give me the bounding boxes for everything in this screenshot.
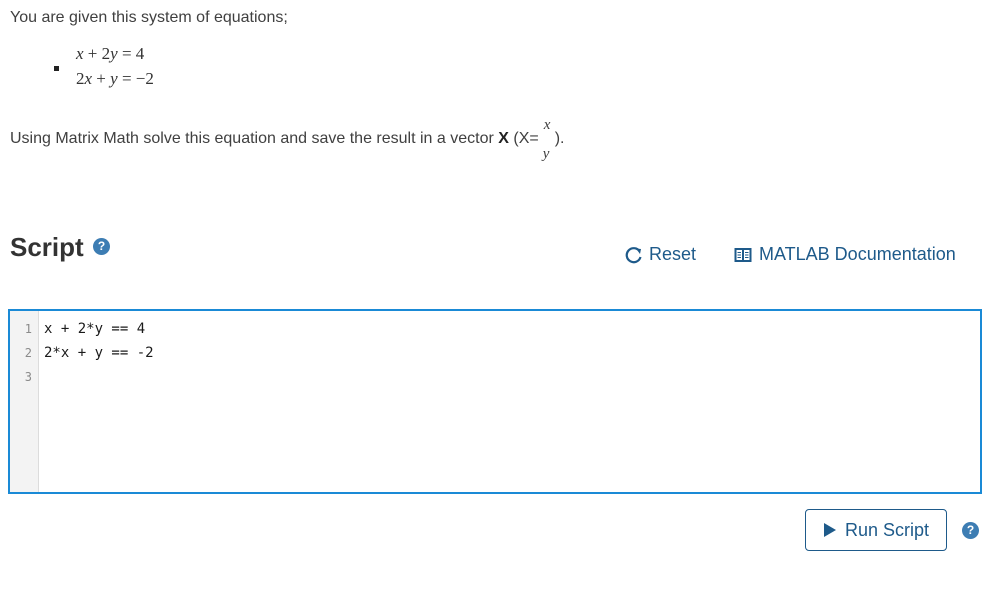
line-number: 1 bbox=[24, 322, 32, 336]
reset-icon bbox=[625, 246, 642, 263]
line-gutter: 1 2 3 bbox=[10, 311, 39, 492]
problem-intro: You are given this system of equations; bbox=[10, 9, 288, 26]
line-number: 2 bbox=[24, 346, 32, 360]
help-icon[interactable]: ? bbox=[962, 522, 979, 539]
task-description: Using Matrix Math solve this equation an… bbox=[10, 117, 565, 162]
task-paren: (X= bbox=[508, 130, 539, 147]
equation-2: 2x + y = −2 bbox=[76, 69, 154, 89]
play-icon bbox=[823, 523, 836, 537]
equation-term: 2 bbox=[76, 69, 85, 88]
reset-button[interactable]: Reset bbox=[625, 244, 696, 265]
vector-top: x bbox=[543, 117, 551, 133]
equation-term: + bbox=[92, 69, 111, 88]
run-script-label: Run Script bbox=[844, 519, 930, 540]
column-vector: xy bbox=[539, 117, 555, 162]
task-vector-name: X bbox=[498, 130, 509, 147]
equation-system: x + 2y = 4 2x + y = −2 bbox=[50, 44, 190, 94]
task-text: Using Matrix Math solve this equation an… bbox=[10, 130, 499, 147]
script-heading: Script bbox=[10, 232, 84, 262]
equation-term: + 2 bbox=[83, 44, 111, 63]
equation-term: = 4 bbox=[117, 44, 145, 63]
equation-variable: y bbox=[110, 69, 118, 88]
run-script-button[interactable]: Run Script bbox=[805, 509, 947, 551]
doc-link-label: MATLAB Documentation bbox=[759, 244, 956, 264]
equation-1: x + 2y = 4 bbox=[76, 44, 144, 64]
book-icon bbox=[734, 247, 752, 262]
code-editor[interactable]: 1 2 3 x + 2*y == 4 2*x + y == -2 bbox=[8, 309, 982, 494]
code-line[interactable]: x + 2*y == 4 bbox=[44, 321, 145, 337]
vector-bottom: y bbox=[542, 146, 550, 162]
help-icon[interactable]: ? bbox=[93, 238, 110, 255]
reset-label: Reset bbox=[649, 244, 697, 264]
code-line[interactable]: 2*x + y == -2 bbox=[44, 345, 154, 361]
equation-variable: x bbox=[84, 69, 93, 88]
task-suffix: ). bbox=[554, 130, 565, 147]
equation-variable: y bbox=[110, 44, 118, 63]
line-number: 3 bbox=[24, 370, 32, 384]
equation-term: = −2 bbox=[117, 69, 154, 88]
list-bullet bbox=[54, 66, 59, 71]
equation-variable: x bbox=[76, 44, 84, 63]
matlab-documentation-link[interactable]: MATLAB Documentation bbox=[734, 244, 956, 265]
